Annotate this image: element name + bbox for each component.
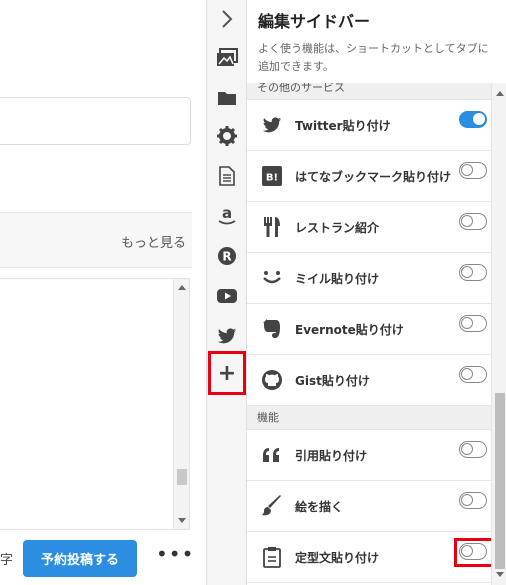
toggle-knob [461, 164, 473, 176]
sidebar-tab-rail: a R + [206, 0, 246, 585]
list-item-restaurant[interactable]: レストラン紹介 [247, 202, 491, 253]
toggle-gist[interactable] [459, 366, 487, 383]
scroll-up-arrow-icon[interactable] [496, 91, 504, 96]
twitter-icon [259, 112, 285, 138]
hatena-bookmark-icon: B! [259, 163, 285, 189]
toggle-quote[interactable] [459, 441, 487, 458]
svg-text:a: a [222, 205, 232, 222]
toggle-knob [461, 266, 473, 278]
item-label: はてなブックマーク貼り付け [295, 169, 452, 184]
toggle-twitter[interactable] [459, 111, 487, 128]
list-item-miil[interactable]: ミイル貼り付け [247, 253, 491, 304]
more-link[interactable]: もっと見る [121, 232, 186, 251]
panel-description: よく使う機能は、ショートカットとしてタブに追加できます。 [258, 42, 489, 73]
more-panel: もっと見る [0, 212, 192, 268]
image-icon[interactable] [214, 45, 240, 71]
restaurant-icon [259, 214, 285, 240]
body-editor[interactable] [0, 278, 190, 530]
add-tab-button[interactable]: + [208, 351, 246, 395]
svg-text:R: R [222, 250, 231, 264]
editor-area: もっと見る 字 予約投稿する ••• [0, 0, 206, 585]
toggle-hatena-bookmark[interactable] [459, 162, 487, 179]
brush-icon [259, 493, 285, 519]
sidebar-list: その他のサービス Twitter貼り付け B! はてなブックマーク貼り付け レス… [247, 83, 491, 585]
rakuten-icon[interactable]: R [214, 243, 240, 269]
chevron-right-icon[interactable] [207, 0, 247, 38]
edit-sidebar-panel: 編集サイドバー よく使う機能は、ショートカットとしてタブに追加できます。 その他… [246, 0, 506, 585]
toggle-knob [461, 317, 473, 329]
item-label: レストラン紹介 [295, 220, 380, 235]
folder-icon[interactable] [214, 85, 240, 111]
github-icon [259, 367, 285, 393]
list-item-twitter[interactable]: Twitter貼り付け [247, 100, 491, 151]
scroll-down-arrow-icon[interactable] [496, 572, 504, 577]
list-item-template[interactable]: 定型文貼り付け [247, 532, 491, 583]
char-count-unit: 字 [0, 553, 14, 568]
scroll-up-arrow-icon[interactable] [178, 285, 186, 290]
panel-title: 編集サイドバー [258, 12, 371, 31]
list-item-quote[interactable]: 引用貼り付け [247, 430, 491, 481]
toggle-draw[interactable] [459, 492, 487, 509]
toggle-miil[interactable] [459, 264, 487, 281]
toggle-knob [461, 215, 473, 227]
twitter-icon[interactable] [214, 323, 240, 349]
section-header-features: 機能 [247, 406, 491, 430]
youtube-icon[interactable] [214, 283, 240, 309]
scroll-thumb[interactable] [177, 469, 187, 485]
item-label: ミイル貼り付け [295, 271, 380, 286]
list-item-evernote[interactable]: Evernote貼り付け [247, 304, 491, 355]
toggle-knob [461, 443, 473, 455]
schedule-post-button[interactable]: 予約投稿する [23, 540, 137, 577]
toggle-knob [461, 494, 473, 506]
item-label: Evernote貼り付け [295, 322, 404, 337]
item-label: 絵を描く [295, 499, 344, 514]
item-label: Twitter貼り付け [295, 118, 391, 133]
clipboard-icon [259, 544, 285, 570]
list-item-gist[interactable]: Gist貼り付け [247, 355, 491, 406]
amazon-icon[interactable]: a [214, 203, 240, 229]
toggle-knob [461, 368, 473, 380]
panel-scrollbar[interactable] [491, 83, 506, 585]
gear-icon[interactable] [214, 123, 240, 149]
document-icon[interactable] [214, 163, 240, 189]
toggle-restaurant[interactable] [459, 213, 487, 230]
title-input[interactable] [0, 97, 191, 145]
item-label: 定型文貼り付け [295, 550, 380, 565]
highlight-box [454, 538, 491, 567]
evernote-icon [259, 316, 285, 342]
svg-text:B!: B! [266, 173, 278, 184]
item-label: Gist貼り付け [295, 373, 370, 388]
scroll-thumb[interactable] [495, 393, 505, 569]
editor-scrollbar[interactable] [173, 279, 189, 529]
toggle-evernote[interactable] [459, 315, 487, 332]
list-item-hatena-bookmark[interactable]: B! はてなブックマーク貼り付け [247, 151, 491, 202]
list-item-draw[interactable]: 絵を描く [247, 481, 491, 532]
item-label: 引用貼り付け [295, 448, 368, 463]
quote-icon [259, 442, 285, 468]
toggle-knob [473, 113, 485, 125]
section-header-other-services: その他のサービス [247, 83, 491, 100]
scroll-down-arrow-icon[interactable] [178, 518, 186, 523]
miil-icon [259, 265, 285, 291]
more-options-button[interactable]: ••• [156, 544, 193, 571]
